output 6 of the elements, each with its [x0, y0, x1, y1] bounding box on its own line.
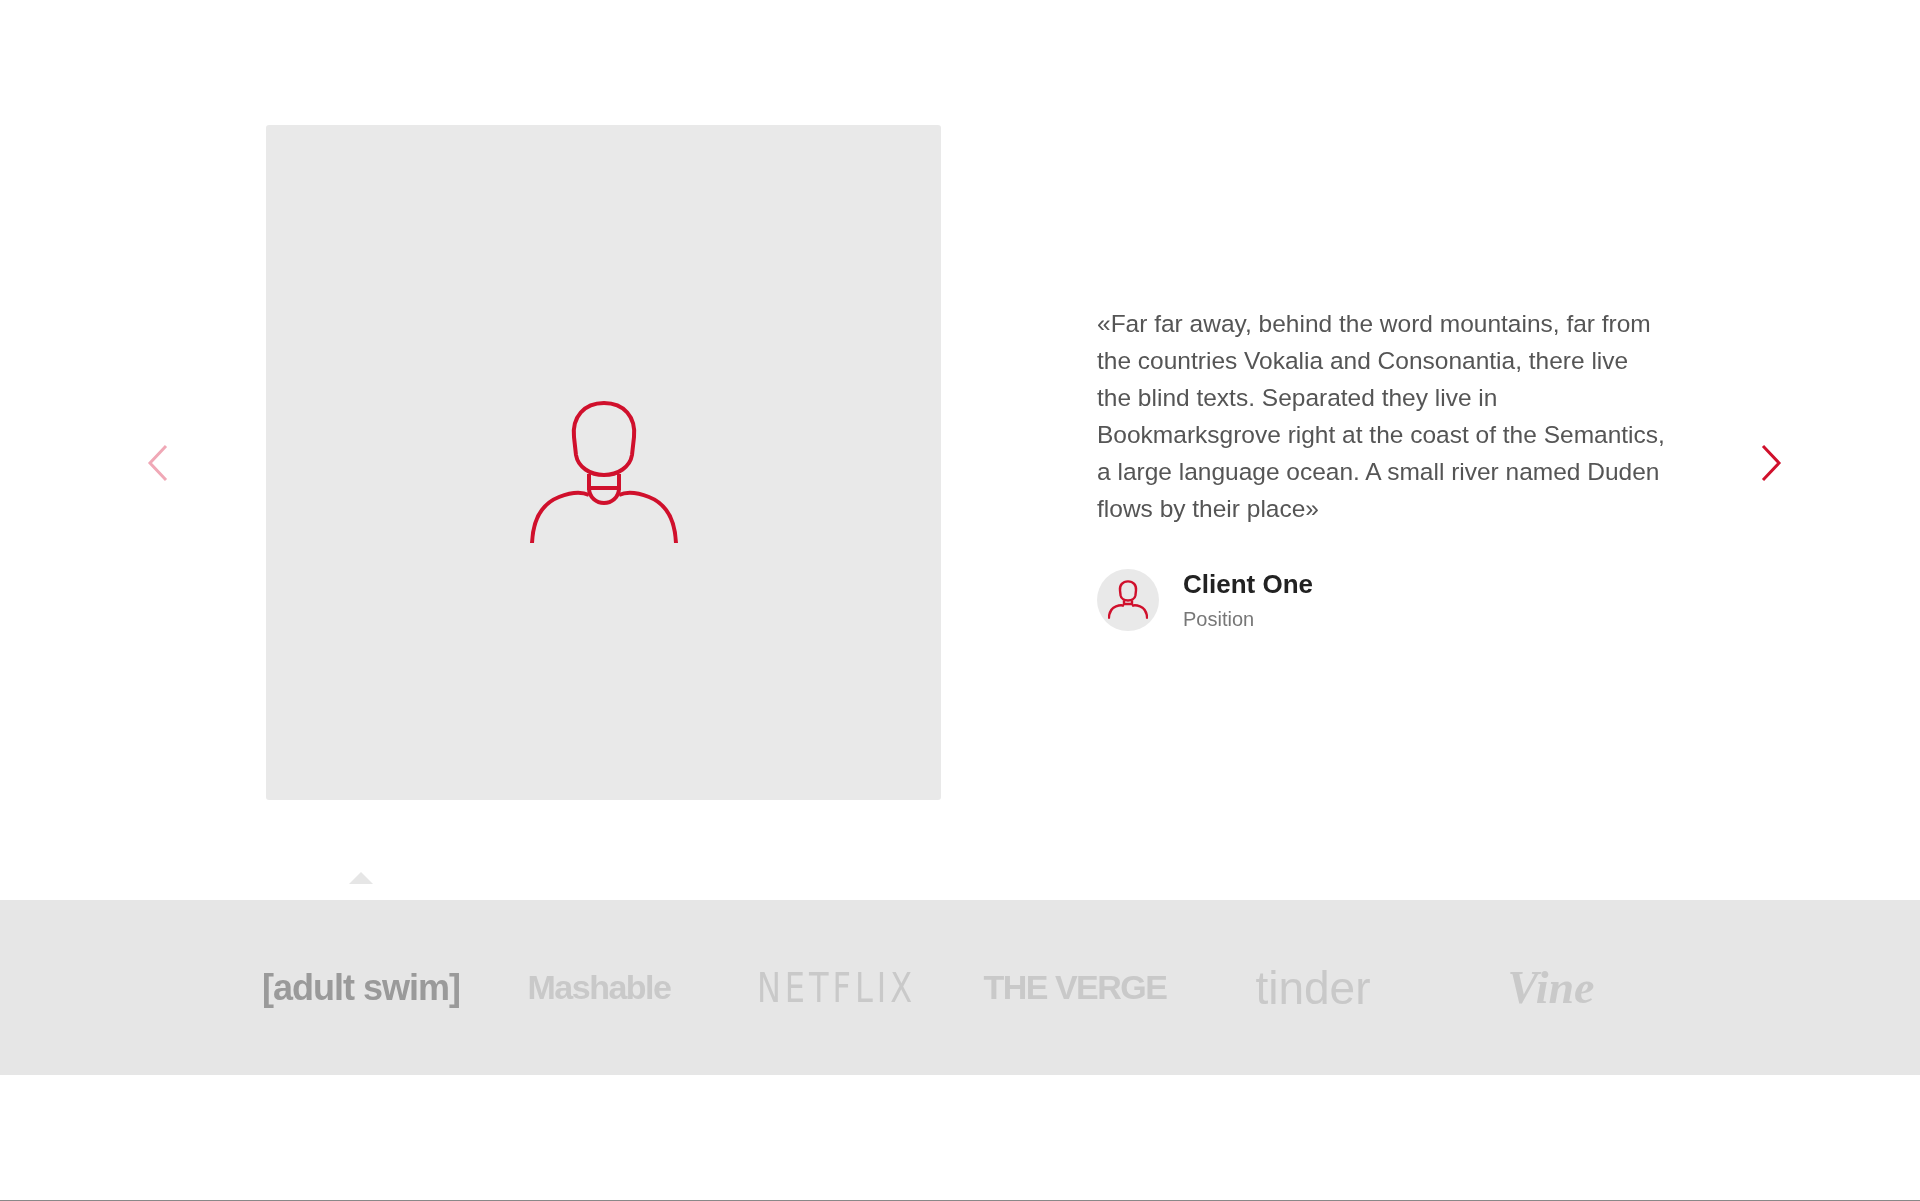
person-icon — [528, 399, 679, 546]
selection-pointer — [349, 871, 373, 884]
client-name: Client One — [1183, 568, 1313, 600]
client-logo[interactable]: [adult swim] — [262, 966, 460, 1009]
testimonial-quote: «Far far away, behind the word mountains, far from the countries Vokalia and Consonantia, there live the blind texts. Separated they live in Bookmarksgrove right at the coast of the Semantics, a large language ocean. A small river named Duden flows by their place» — [1097, 308, 1666, 524]
client-position: Position — [1183, 607, 1256, 631]
